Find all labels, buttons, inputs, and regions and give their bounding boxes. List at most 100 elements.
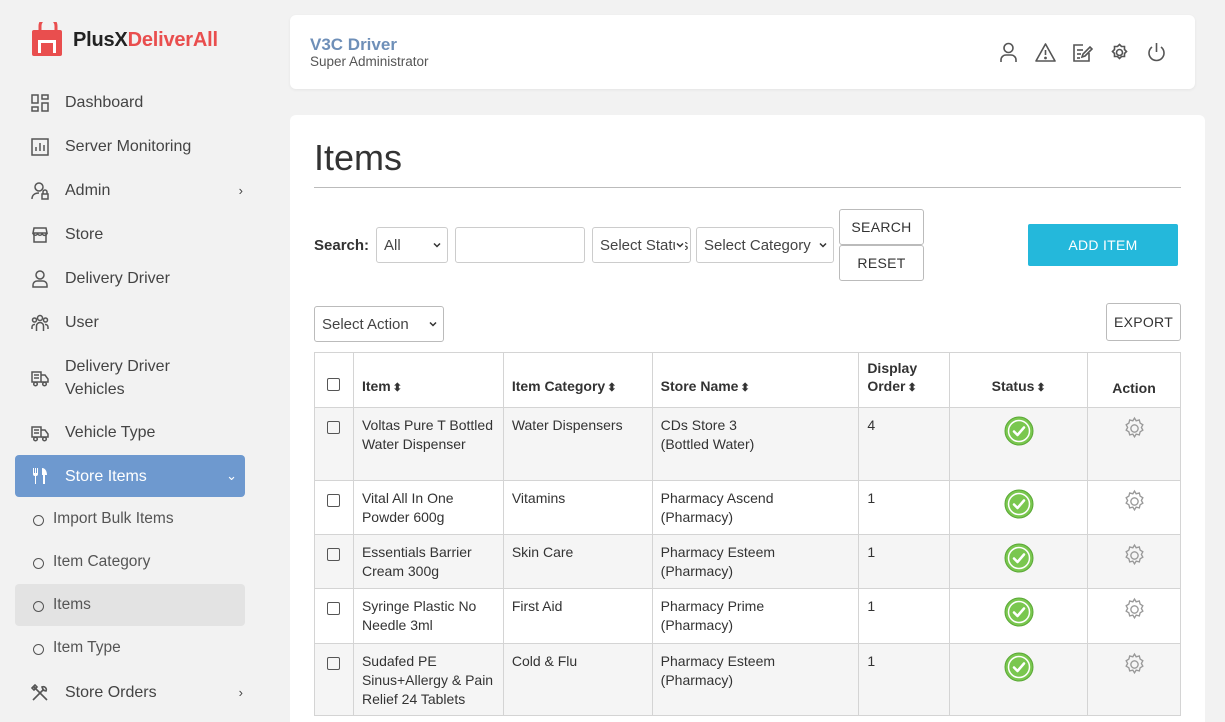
row-settings-gear-icon[interactable] — [1122, 543, 1147, 568]
add-item-button[interactable]: ADD ITEM — [1028, 224, 1178, 266]
cell-item[interactable]: Voltas Pure T Bottled Water Dispenser — [352, 407, 504, 481]
driver-icon — [30, 269, 50, 289]
circle-bullet-icon — [33, 644, 44, 655]
sidebar-subitem-import-bulk-items[interactable]: Import Bulk Items — [15, 498, 245, 540]
sidebar-item-store-items[interactable]: Store Items ⌄ — [15, 455, 245, 497]
chevron-down-icon — [428, 316, 438, 332]
circle-bullet-icon — [33, 558, 44, 569]
cell-item[interactable]: Vital All In One Powder 600g — [352, 480, 504, 535]
bulk-action-select[interactable]: Select Action — [314, 306, 444, 342]
sort-icon: ⬍ — [740, 382, 750, 394]
active-check-icon[interactable] — [1004, 652, 1034, 682]
sidebar-item-label: Admin — [65, 182, 111, 199]
sidebar-item-label: User — [65, 314, 99, 331]
sidebar-subitem-label: Items — [53, 596, 91, 613]
store-name: Pharmacy Ascend — [660, 490, 774, 506]
active-check-icon[interactable] — [1004, 543, 1034, 573]
col-display-order[interactable]: Display Order ⬍ — [858, 352, 951, 408]
row-checkbox[interactable] — [327, 494, 341, 507]
sidebar-item-store-orders[interactable]: Store Orders › — [15, 681, 245, 704]
sidebar-subitem-item-type[interactable]: Item Type — [15, 627, 245, 669]
sidebar-item-label: Store Items — [65, 467, 147, 485]
sidebar-item-label-line2: Vehicles — [65, 381, 125, 398]
sidebar-item-vehicle-type[interactable]: Vehicle Type — [15, 421, 245, 444]
table-row: Syringe Plastic No Needle 3ml First Aid … — [314, 588, 1181, 644]
select-all-cell — [314, 352, 354, 408]
row-select-cell — [314, 480, 354, 535]
col-store[interactable]: Store Name ⬍ — [651, 352, 860, 408]
user-name[interactable]: V3C Driver — [310, 35, 397, 55]
sidebar-item-admin[interactable]: Admin › — [15, 179, 245, 202]
cell-store: Pharmacy Esteem (Pharmacy) — [651, 643, 860, 716]
sidebar-item-dashboard[interactable]: Dashboard — [15, 91, 245, 114]
sidebar-subitem-items[interactable]: Items — [15, 584, 245, 626]
row-checkbox[interactable] — [327, 548, 341, 561]
row-select-cell — [314, 643, 354, 716]
sidebar-item-user[interactable]: User — [15, 311, 245, 334]
col-status[interactable]: Status ⬍ — [949, 352, 1089, 408]
row-settings-gear-icon[interactable] — [1122, 416, 1147, 441]
store-name: Pharmacy Esteem — [660, 653, 776, 669]
users-icon — [30, 313, 50, 333]
export-button[interactable]: EXPORT — [1106, 303, 1181, 341]
row-checkbox[interactable] — [327, 657, 341, 670]
brand-logo[interactable]: PlusXDeliverAll — [30, 22, 218, 58]
profile-icon[interactable] — [998, 42, 1019, 63]
search-button[interactable]: SEARCH — [839, 209, 924, 245]
category-filter-value: Select Category — [704, 236, 811, 254]
shopping-bag-logo-icon — [32, 22, 62, 56]
main-content-card: Items Search: All Select Status Select C… — [290, 115, 1205, 722]
search-input[interactable] — [455, 227, 585, 263]
circle-bullet-icon — [33, 601, 44, 612]
row-settings-gear-icon[interactable] — [1122, 489, 1147, 514]
row-settings-gear-icon[interactable] — [1122, 652, 1147, 677]
sidebar-subitem-item-category[interactable]: Item Category — [15, 541, 245, 583]
cell-action — [1087, 480, 1181, 535]
row-checkbox[interactable] — [327, 421, 341, 434]
select-all-checkbox[interactable] — [327, 378, 341, 391]
tools-icon — [30, 683, 50, 703]
sidebar-item-label: Delivery Driver — [65, 270, 170, 287]
col-item[interactable]: Item ⬍ — [352, 352, 504, 408]
cell-item[interactable]: Sudafed PE Sinus+Allergy & Pain Relief 2… — [352, 643, 504, 716]
row-settings-gear-icon[interactable] — [1122, 597, 1147, 622]
dashboard-icon — [30, 93, 50, 113]
sidebar-item-server-monitoring[interactable]: Server Monitoring — [15, 135, 245, 158]
power-logout-icon[interactable] — [1146, 42, 1167, 63]
sidebar-item-label: Store Orders — [65, 684, 157, 701]
brand-name-part2: DeliverAll — [127, 28, 218, 51]
cell-item[interactable]: Syringe Plastic No Needle 3ml — [352, 588, 504, 644]
user-role: Super Administrator — [310, 54, 429, 69]
cell-item[interactable]: Essentials Barrier Cream 300g — [352, 534, 504, 589]
sidebar-item-delivery-driver[interactable]: Delivery Driver — [15, 267, 245, 290]
active-check-icon[interactable] — [1004, 416, 1034, 446]
store-name: Pharmacy Esteem — [660, 544, 776, 560]
status-filter-select[interactable]: Select Status — [592, 227, 691, 263]
sidebar-item-label: Store — [65, 226, 104, 243]
search-scope-select[interactable]: All — [376, 227, 448, 263]
sidebar-item-store[interactable]: Store — [15, 223, 245, 246]
chevron-down-icon — [675, 237, 685, 253]
active-check-icon[interactable] — [1004, 597, 1034, 627]
category-filter-select[interactable]: Select Category — [696, 227, 834, 263]
sidebar-item-delivery-driver-vehicles[interactable]: Delivery Driver Vehicles — [15, 355, 245, 401]
sidebar-subitem-label: Item Type — [53, 639, 121, 656]
title-divider — [314, 187, 1181, 188]
sidebar-item-label: Vehicle Type — [65, 424, 156, 441]
col-category[interactable]: Item Category ⬍ — [502, 352, 653, 408]
row-select-cell — [314, 588, 354, 644]
settings-gear-icon[interactable] — [1109, 42, 1130, 63]
active-check-icon[interactable] — [1004, 489, 1034, 519]
sidebar-item-label: Delivery Driver Vehicles — [65, 355, 170, 401]
store-type: (Pharmacy) — [660, 617, 734, 633]
store-type: (Bottled Water) — [660, 436, 755, 452]
reset-button[interactable]: RESET — [839, 245, 924, 281]
cell-store: Pharmacy Ascend (Pharmacy) — [651, 480, 860, 535]
sort-icon: ⬍ — [607, 382, 617, 394]
store-name: Pharmacy Prime — [660, 598, 765, 614]
row-checkbox[interactable] — [327, 602, 341, 615]
cell-action — [1087, 407, 1181, 481]
vehicle-type-icon — [30, 423, 50, 443]
warning-icon[interactable] — [1035, 42, 1056, 63]
edit-note-icon[interactable] — [1072, 42, 1093, 63]
